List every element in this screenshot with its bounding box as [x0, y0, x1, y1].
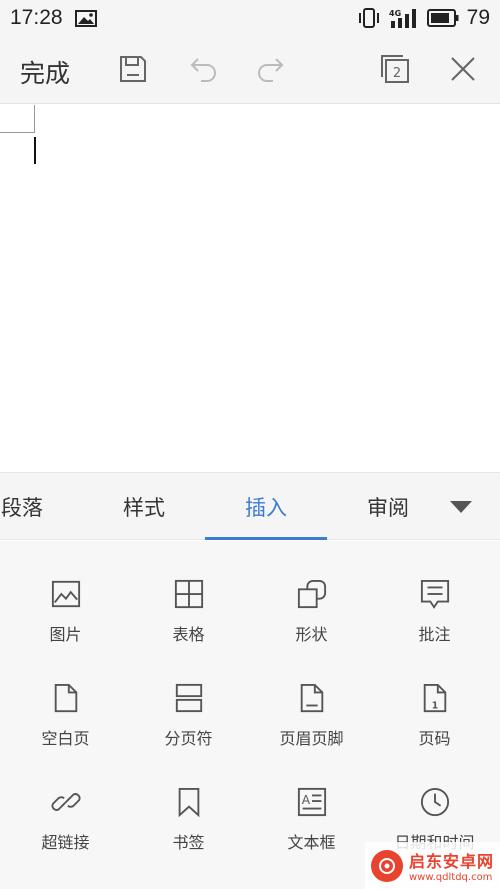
insert-blank-page-item[interactable]: 空白页 [3, 645, 128, 749]
watermark-logo-icon [371, 849, 403, 882]
item-label: 页眉页脚 [279, 729, 344, 748]
document-canvas[interactable] [0, 105, 500, 471]
close-button[interactable] [446, 52, 480, 86]
battery-level: 79 [466, 6, 490, 29]
tab-paragraph[interactable]: 段落 [0, 473, 44, 541]
item-label: 表格 [172, 625, 205, 644]
item-label: 超链接 [41, 833, 90, 852]
done-button[interactable]: 完成 [20, 54, 70, 90]
tab-label: 审阅 [367, 496, 409, 520]
insert-page-number-item[interactable]: 1 页码 [372, 645, 497, 749]
textbox-icon: A [297, 787, 326, 817]
undo-button[interactable] [186, 52, 220, 86]
table-icon [174, 579, 203, 609]
page-break-icon [175, 683, 202, 713]
tab-style[interactable]: 样式 [84, 473, 204, 541]
insert-header-footer-item[interactable]: 页眉页脚 [249, 645, 374, 749]
multi-window-icon: 2 [381, 55, 409, 83]
insert-table-item[interactable]: 表格 [126, 541, 251, 645]
text-cursor [34, 137, 36, 164]
site-watermark: 启东安卓网 www.qdltdq.com [365, 842, 500, 889]
item-label: 文本框 [287, 833, 336, 852]
status-bar: 17:28 4G 79 [0, 0, 500, 36]
picture-icon [51, 580, 80, 608]
active-tab-indicator [205, 537, 327, 540]
close-icon [451, 57, 475, 81]
comment-icon [420, 579, 449, 609]
blank-page-icon [54, 683, 77, 713]
insert-datetime-item[interactable]: 日期和时间 [372, 749, 497, 853]
insert-hyperlink-item[interactable]: 超链接 [3, 749, 128, 853]
item-label: 书签 [172, 833, 205, 852]
insert-picture-item[interactable]: 图片 [3, 541, 128, 645]
undo-icon [190, 58, 216, 82]
clock-icon [420, 787, 449, 817]
page-margin-marker [0, 105, 35, 133]
insert-panel: 图片 表格 形状 批注 空白页 分页符 页眉页脚 1 页码 超链接 书签 A 文… [0, 541, 500, 889]
watermark-name: 启东安卓网 [409, 852, 495, 871]
tab-label: 样式 [123, 496, 165, 520]
hyperlink-icon [51, 793, 80, 811]
item-label: 批注 [418, 625, 451, 644]
redo-icon [258, 58, 284, 82]
item-label: 空白页 [41, 729, 90, 748]
editor-toolbar: 完成 2 [0, 36, 500, 104]
insert-bookmark-item[interactable]: 书签 [126, 749, 251, 853]
ribbon-tabs: 段落 样式 插入 审阅 [0, 472, 500, 540]
insert-comment-item[interactable]: 批注 [372, 541, 497, 645]
page-number-icon: 1 [423, 683, 446, 713]
watermark-url: www.qdltdq.com [409, 872, 493, 883]
bookmark-icon [178, 787, 199, 817]
tab-dropdown-icon[interactable] [446, 495, 476, 519]
status-time: 17:28 [10, 6, 63, 29]
tab-label: 插入 [245, 496, 287, 520]
vibrate-icon [358, 8, 379, 28]
item-label: 图片 [49, 625, 82, 644]
tab-review[interactable]: 审阅 [328, 473, 448, 541]
insert-textbox-item[interactable]: A 文本框 [249, 749, 374, 853]
item-label: 分页符 [164, 729, 213, 748]
tab-label: 段落 [1, 496, 43, 520]
window-switch-button[interactable]: 2 [378, 52, 412, 86]
svg-text:2: 2 [393, 66, 401, 81]
insert-page-break-item[interactable]: 分页符 [126, 645, 251, 749]
svg-text:1: 1 [431, 700, 438, 711]
item-label: 形状 [295, 625, 328, 644]
save-button[interactable] [116, 52, 150, 86]
item-label: 页码 [418, 729, 451, 748]
save-icon [120, 56, 146, 82]
tab-insert[interactable]: 插入 [205, 473, 327, 541]
svg-text:A: A [301, 793, 310, 807]
redo-button[interactable] [254, 52, 288, 86]
insert-shape-item[interactable]: 形状 [249, 541, 374, 645]
signal-4g-icon: 4G [389, 9, 416, 28]
svg-text:4G: 4G [389, 9, 401, 18]
picture-notification-icon [74, 9, 97, 27]
header-footer-icon [300, 683, 323, 713]
battery-icon [426, 9, 459, 27]
shape-icon [297, 579, 326, 609]
